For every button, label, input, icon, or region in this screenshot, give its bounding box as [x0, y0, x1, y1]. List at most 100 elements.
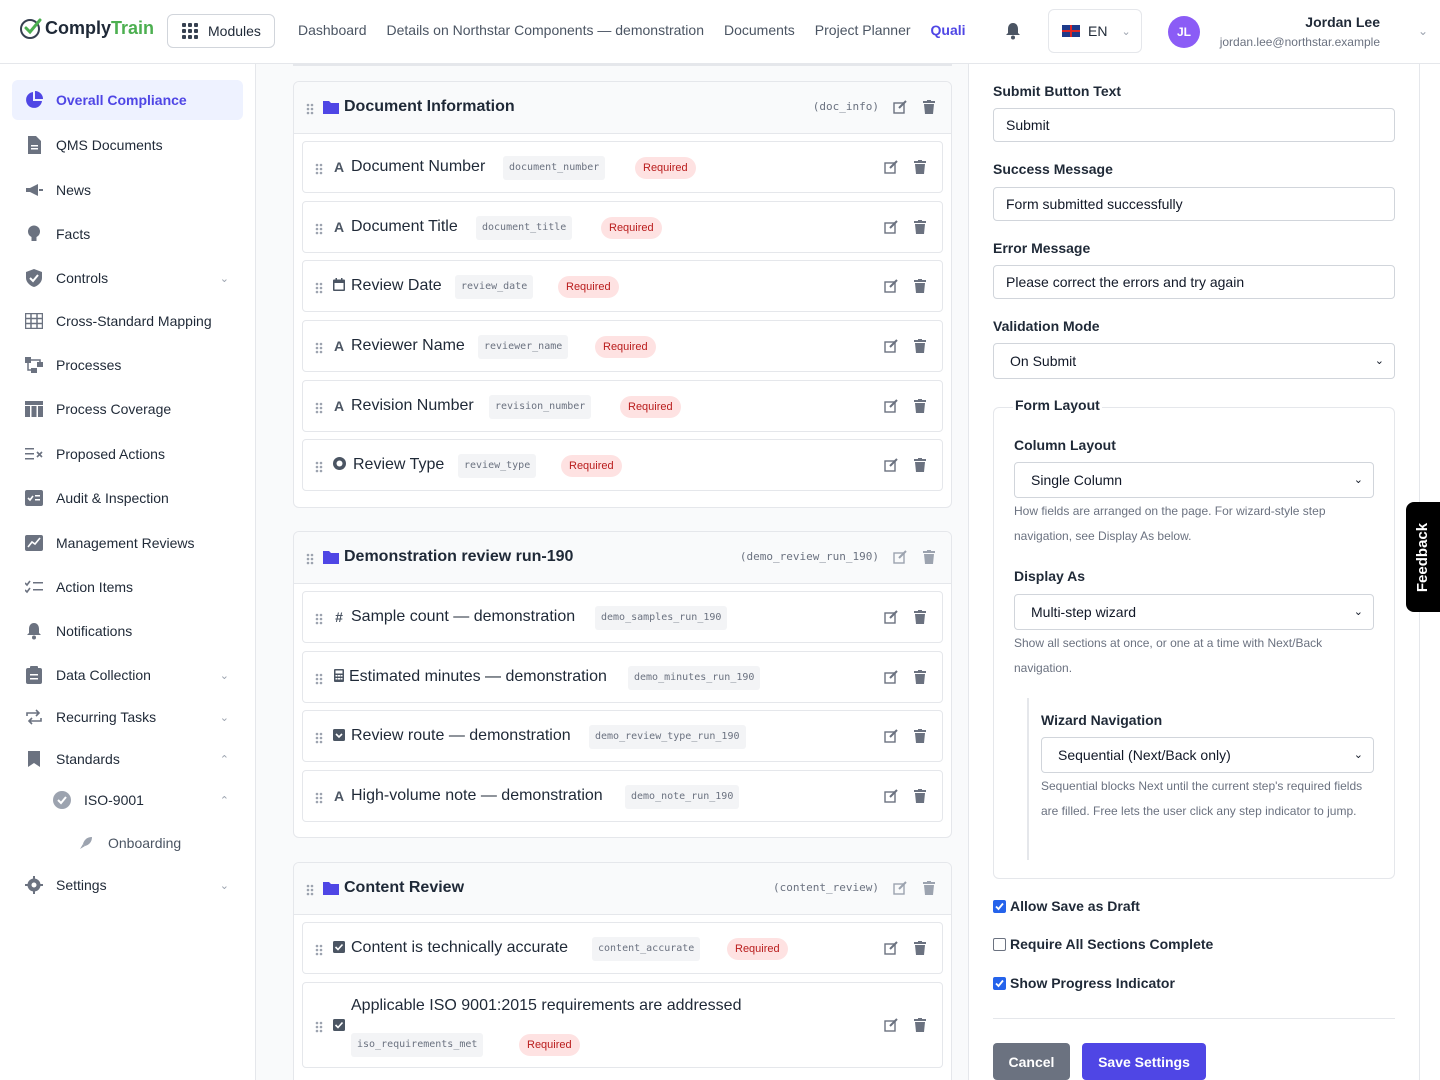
sidebar-item-audit-inspection[interactable]: Audit & Inspection [12, 478, 243, 518]
sidebar-item-cross-standard-mapping[interactable]: Cross-Standard Mapping [12, 301, 243, 341]
drag-handle-icon[interactable] [315, 162, 323, 180]
edit-icon[interactable] [884, 279, 898, 298]
error-message-input[interactable]: Please correct the errors and try again [993, 265, 1395, 299]
drag-handle-icon[interactable] [315, 281, 323, 299]
edit-icon[interactable] [893, 100, 907, 119]
validation-mode-select[interactable]: On Submit ⌄ [993, 343, 1395, 379]
trash-icon[interactable] [914, 610, 926, 629]
trash-icon[interactable] [914, 279, 926, 298]
edit-icon[interactable] [893, 881, 907, 900]
checkbox-checked[interactable] [993, 899, 1006, 913]
edit-icon[interactable] [884, 339, 898, 358]
progress-indicator-checkbox-row[interactable]: Show Progress Indicator [993, 975, 1175, 991]
allow-draft-checkbox-row[interactable]: Allow Save as Draft [993, 898, 1140, 914]
trash-icon[interactable] [923, 881, 935, 900]
trash-icon[interactable] [923, 550, 935, 569]
sidebar-item-proposed-actions[interactable]: Proposed Actions [12, 434, 243, 474]
trash-icon[interactable] [914, 1018, 926, 1037]
sidebar-item-qms-documents[interactable]: QMS Documents [12, 125, 243, 165]
sidebar-item-notifications[interactable]: Notifications [12, 611, 243, 651]
sidebar-item-action-items[interactable]: Action Items [12, 567, 243, 607]
sidebar-item-data-collection[interactable]: Data Collection ⌄ [12, 655, 243, 695]
drag-handle-icon[interactable] [315, 1020, 323, 1038]
sidebar-item-iso-9001[interactable]: ISO-9001 ⌃ [40, 780, 243, 820]
edit-icon[interactable] [884, 729, 898, 748]
nav-project-planner[interactable]: Project Planner [815, 22, 911, 38]
drag-handle-icon[interactable] [315, 401, 323, 419]
trash-icon[interactable] [914, 458, 926, 477]
nav-quali[interactable]: Quali [931, 22, 966, 38]
drag-handle-icon[interactable] [315, 460, 323, 478]
language-selector[interactable]: EN ⌄ [1048, 9, 1142, 53]
user-menu[interactable]: JL Jordan Lee jordan.lee@northstar.examp… [1168, 13, 1430, 53]
drag-handle-icon[interactable] [315, 731, 323, 749]
modules-button[interactable]: Modules [167, 14, 275, 48]
save-settings-button[interactable]: Save Settings [1082, 1043, 1206, 1080]
trash-icon[interactable] [914, 220, 926, 239]
nav-documents[interactable]: Documents [724, 22, 795, 38]
drag-handle-icon[interactable] [315, 791, 323, 809]
field-row[interactable]: A High-volume note — demonstration demo_… [302, 770, 943, 822]
field-row[interactable]: A Document Number document_number Requir… [302, 141, 943, 193]
cancel-button[interactable]: Cancel [993, 1043, 1070, 1080]
drag-handle-icon[interactable] [306, 883, 314, 901]
sidebar-item-overall-compliance[interactable]: Overall Compliance [12, 80, 243, 120]
wizard-navigation-select[interactable]: Sequential (Next/Back only) ⌄ [1041, 737, 1374, 773]
sidebar-item-recurring-tasks[interactable]: Recurring Tasks ⌄ [12, 697, 243, 737]
edit-icon[interactable] [884, 1018, 898, 1037]
field-row[interactable]: A Revision Number revision_number Requir… [302, 380, 943, 432]
checkbox-checked[interactable] [993, 976, 1006, 990]
drag-handle-icon[interactable] [315, 943, 323, 961]
field-row[interactable]: Review route — demonstration demo_review… [302, 710, 943, 762]
sidebar-item-facts[interactable]: Facts [12, 214, 243, 254]
edit-icon[interactable] [884, 610, 898, 629]
edit-icon[interactable] [884, 160, 898, 179]
nav-details[interactable]: Details on Northstar Components — demons… [387, 22, 704, 38]
trash-icon[interactable] [923, 100, 935, 119]
trash-icon[interactable] [914, 339, 926, 358]
column-layout-select[interactable]: Single Column ⌄ [1014, 462, 1374, 498]
drag-handle-icon[interactable] [306, 552, 314, 570]
field-row[interactable]: Content is technically accurate content_… [302, 922, 943, 974]
sidebar-item-settings[interactable]: Settings ⌄ [12, 865, 243, 905]
sidebar-item-processes[interactable]: Processes [12, 345, 243, 385]
app-logo[interactable]: Comply Train [19, 16, 154, 40]
trash-icon[interactable] [914, 670, 926, 689]
drag-handle-icon[interactable] [315, 341, 323, 359]
field-row[interactable]: A Document Title document_title Required [302, 201, 943, 253]
field-row[interactable]: # Sample count — demonstration demo_samp… [302, 591, 943, 643]
drag-handle-icon[interactable] [315, 612, 323, 630]
trash-icon[interactable] [914, 941, 926, 960]
field-row[interactable]: Review Type review_type Required [302, 439, 943, 491]
field-row[interactable]: A Reviewer Name reviewer_name Required [302, 320, 943, 372]
trash-icon[interactable] [914, 729, 926, 748]
edit-icon[interactable] [884, 458, 898, 477]
edit-icon[interactable] [884, 670, 898, 689]
edit-icon[interactable] [884, 789, 898, 808]
trash-icon[interactable] [914, 160, 926, 179]
field-row[interactable]: Applicable ISO 9001:2015 requirements ar… [302, 982, 943, 1068]
edit-icon[interactable] [884, 220, 898, 239]
field-row[interactable]: Estimated minutes — demonstration demo_m… [302, 651, 943, 703]
drag-handle-icon[interactable] [306, 102, 314, 120]
edit-icon[interactable] [884, 399, 898, 418]
submit-text-input[interactable]: Submit [993, 108, 1395, 142]
sidebar-item-onboarding[interactable]: Onboarding [64, 823, 243, 863]
drag-handle-icon[interactable] [315, 222, 323, 240]
checkbox-unchecked[interactable] [993, 937, 1006, 951]
nav-dashboard[interactable]: Dashboard [298, 22, 367, 38]
bell-icon[interactable] [1005, 22, 1021, 45]
drag-handle-icon[interactable] [315, 672, 323, 690]
display-as-select[interactable]: Multi-step wizard ⌄ [1014, 594, 1374, 630]
sidebar-item-news[interactable]: News [12, 170, 243, 210]
edit-icon[interactable] [884, 941, 898, 960]
sidebar-item-management-reviews[interactable]: Management Reviews [12, 523, 243, 563]
sidebar-item-standards[interactable]: Standards ⌃ [12, 739, 243, 779]
feedback-tab[interactable]: Feedback [1406, 502, 1440, 612]
require-sections-checkbox-row[interactable]: Require All Sections Complete [993, 936, 1213, 952]
edit-icon[interactable] [893, 550, 907, 569]
sidebar-item-controls[interactable]: Controls ⌄ [12, 258, 243, 298]
trash-icon[interactable] [914, 399, 926, 418]
success-message-input[interactable]: Form submitted successfully [993, 187, 1395, 221]
trash-icon[interactable] [914, 789, 926, 808]
